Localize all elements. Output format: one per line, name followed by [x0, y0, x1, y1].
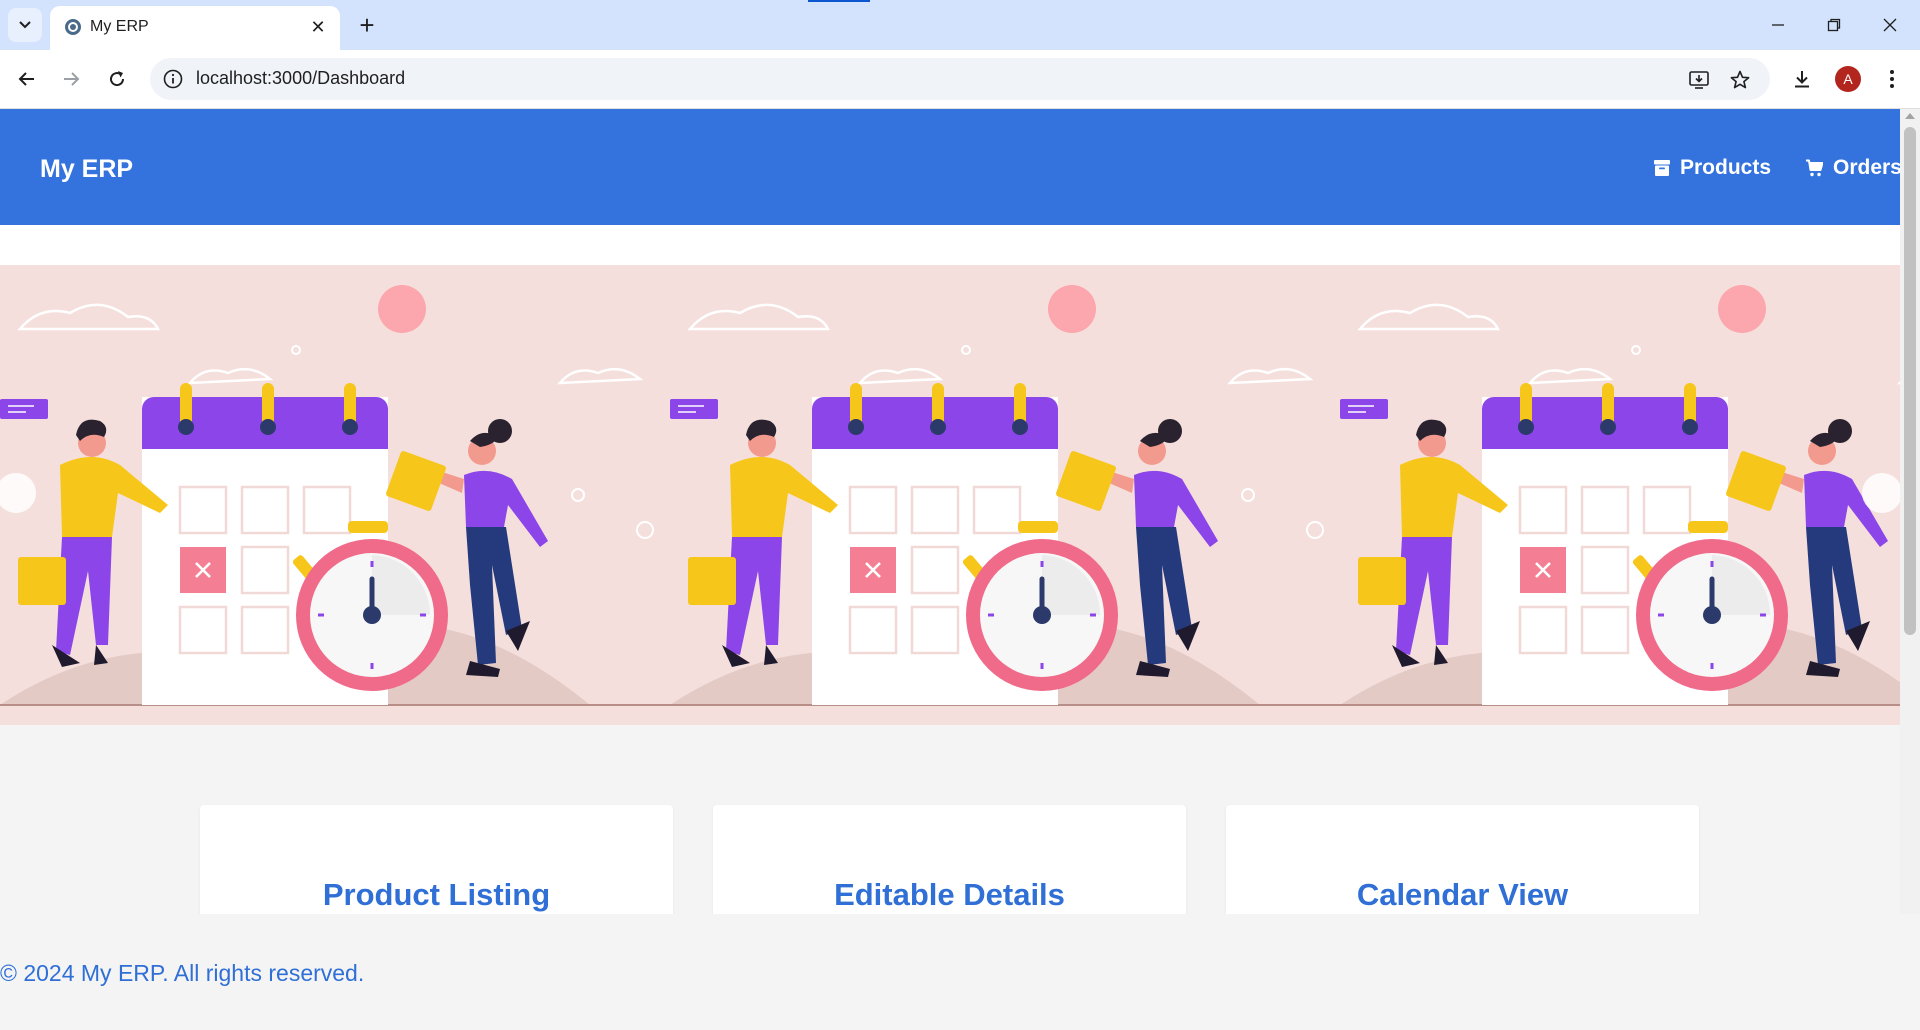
- browser-tab-bar: My ERP ✕ +: [0, 0, 1920, 50]
- scrollbar-thumb[interactable]: [1904, 127, 1916, 635]
- scroll-up-arrow-icon[interactable]: [1905, 113, 1915, 119]
- arrow-right-icon: [64, 72, 80, 86]
- close-window-button[interactable]: [1862, 0, 1918, 50]
- tab-title: My ERP: [90, 18, 149, 35]
- tab-search-button[interactable]: [8, 8, 42, 42]
- feature-card-title: Calendar View: [1356, 877, 1569, 912]
- site-info-icon[interactable]: [162, 68, 184, 90]
- restore-button[interactable]: [1806, 0, 1862, 50]
- bookmark-star-icon[interactable]: [1727, 67, 1753, 93]
- feature-card-title: Product Listing: [322, 877, 551, 912]
- profile-avatar: A: [1835, 66, 1861, 92]
- globe-favicon-icon: [65, 19, 81, 35]
- browser-toolbar: localhost:3000/Dashboard A: [0, 50, 1920, 109]
- download-icon: [1795, 71, 1809, 88]
- app-brand[interactable]: My ERP: [40, 155, 133, 184]
- minimize-button[interactable]: [1750, 0, 1806, 50]
- chevron-down-icon: [19, 21, 31, 29]
- nav-link-orders[interactable]: Orders: [1806, 156, 1900, 180]
- tab-close-icon[interactable]: ✕: [306, 15, 330, 39]
- app-header: My ERP Products Orders: [0, 109, 1900, 225]
- arrow-left-icon: [18, 72, 34, 86]
- more-vertical-icon: [1890, 70, 1894, 88]
- page-viewport: My ERP Products Orders Product Listing E…: [0, 109, 1900, 1030]
- install-app-icon[interactable]: [1686, 67, 1712, 93]
- reload-icon: [110, 71, 125, 87]
- tab-loading-indicator: [808, 0, 870, 2]
- new-tab-button[interactable]: +: [350, 8, 384, 42]
- shopping-cart-icon: [1806, 159, 1823, 177]
- url-text[interactable]: localhost:3000/Dashboard: [196, 68, 405, 89]
- minimize-icon: [1772, 24, 1784, 26]
- nav-label-products: Products: [1680, 156, 1772, 179]
- browser-menu-button[interactable]: [1873, 60, 1911, 98]
- close-icon: [1883, 18, 1897, 32]
- vertical-scrollbar[interactable]: [1900, 109, 1920, 914]
- back-button[interactable]: [8, 60, 46, 98]
- hero-carousel: [0, 265, 1900, 725]
- reload-button[interactable]: [98, 60, 136, 98]
- footer-copyright: © 2024 My ERP. All rights reserved.: [0, 960, 365, 986]
- header-spacer: [0, 225, 1900, 265]
- carousel-next-button[interactable]: [1862, 473, 1900, 513]
- downloads-button[interactable]: [1783, 60, 1821, 98]
- nav-link-products[interactable]: Products: [1654, 156, 1771, 180]
- forward-button[interactable]: [52, 60, 90, 98]
- archive-box-icon: [1654, 160, 1670, 176]
- profile-button[interactable]: A: [1829, 60, 1867, 98]
- restore-icon: [1827, 18, 1841, 32]
- address-bar[interactable]: localhost:3000/Dashboard: [150, 58, 1770, 100]
- feature-card-title: Editable Details: [834, 877, 1065, 912]
- browser-tab-active[interactable]: My ERP ✕: [50, 6, 340, 50]
- nav-label-orders: Orders: [1833, 156, 1900, 179]
- scheduling-illustration: [0, 265, 1900, 725]
